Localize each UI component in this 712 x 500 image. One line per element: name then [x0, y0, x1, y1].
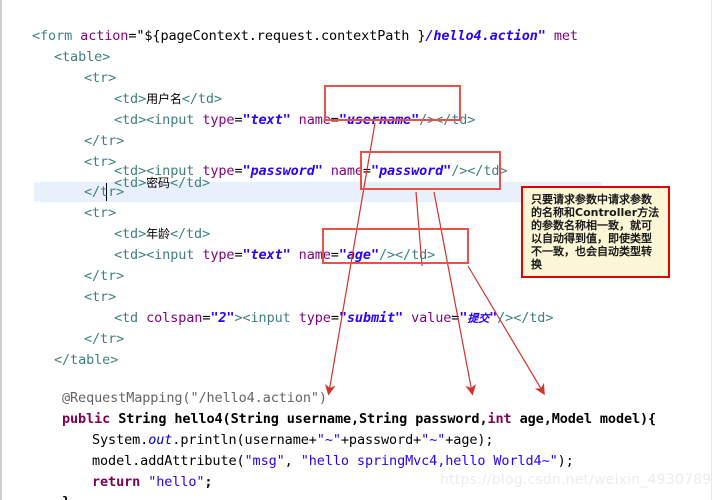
code-line-add-attribute[interactable]: model.addAttribute("msg", "hello springM… — [92, 451, 574, 472]
code-line-method-signature[interactable]: public String hello4(String username,Str… — [62, 409, 656, 430]
code-line-tr-open-2[interactable]: <tr> — [84, 152, 116, 173]
age-attr-box — [322, 228, 469, 264]
password-attr-box — [360, 151, 501, 190]
code-line-td-username-label[interactable]: <td>用户名</td> — [114, 89, 222, 110]
code-line-tr-close-3[interactable]: </tr> — [84, 266, 124, 287]
code-line-tr-open-1[interactable]: <tr> — [84, 68, 116, 89]
code-line-println[interactable]: System.out.println(username+"~"+password… — [92, 430, 494, 451]
watermark: https://blog.csdn.net/weixin_49307896 — [440, 472, 712, 488]
code-line-request-mapping[interactable]: @RequestMapping("/hello4.action") — [62, 388, 327, 409]
code-line-table-open[interactable]: <table> — [54, 47, 110, 68]
code-line-tr-close-4[interactable]: </tr> — [84, 329, 124, 350]
code-line-close-brace[interactable]: } — [62, 492, 70, 500]
code-line-return[interactable]: return "hello"; — [92, 472, 213, 493]
code-line-tr-close-2[interactable]: </tr> — [84, 182, 124, 203]
code-line-tr-open-4[interactable]: <tr> — [84, 287, 116, 308]
code-line-tr-open-3[interactable]: <tr> — [84, 203, 116, 224]
code-line-tr-close-1[interactable]: </tr> — [84, 131, 124, 152]
code-line-input-submit[interactable]: <td colspan="2"><input type="submit" val… — [114, 308, 553, 329]
info-note: 只要请求参数中请求参数的名称和Controller方法的参数名称相一致，就可以自… — [521, 186, 670, 278]
screenshot-root: <form action="${pageContext.request.cont… — [0, 0, 712, 500]
code-line-table-close[interactable]: </table> — [54, 350, 118, 371]
code-line-form-open[interactable]: <form action="${pageContext.request.cont… — [32, 26, 578, 47]
username-attr-box — [324, 85, 461, 121]
code-line-td-age-label[interactable]: <td>年龄</td> — [114, 224, 210, 245]
